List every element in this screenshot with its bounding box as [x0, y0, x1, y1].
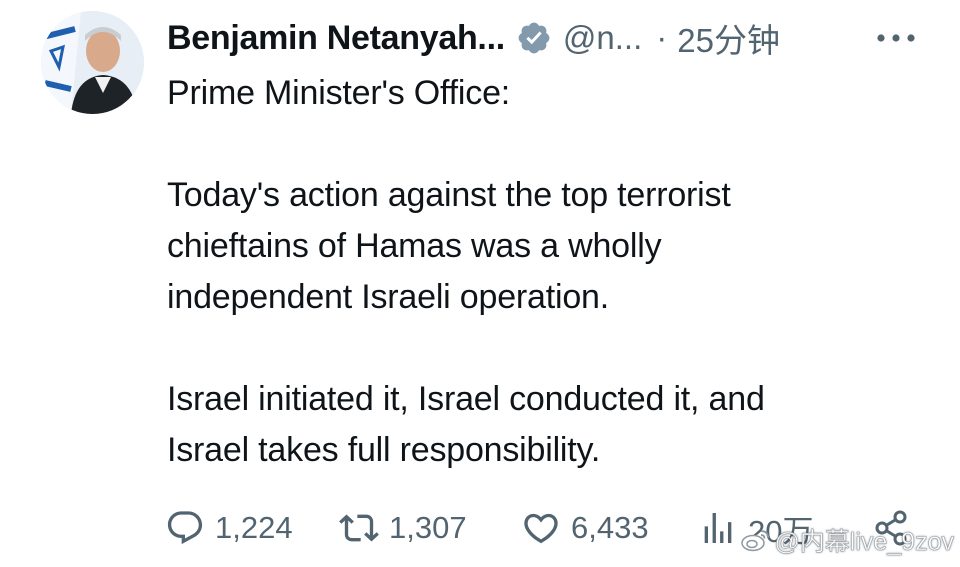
author-handle[interactable]: @n...	[563, 19, 642, 57]
text-line: Today's action against the top terrorist	[167, 176, 731, 214]
reply-button[interactable]: 1,224	[165, 502, 293, 554]
heart-icon	[524, 513, 558, 544]
separator-dot: ·	[656, 19, 668, 56]
watermark: @内幕live_9zov	[740, 522, 954, 558]
weibo-logo-icon	[741, 530, 770, 552]
author-name[interactable]: Benjamin Netanyah...	[167, 19, 505, 58]
watermark-text: @内幕live_9zov	[774, 528, 954, 557]
avatar[interactable]	[41, 11, 144, 114]
tweet-text: Prime Minister's Office: Today's action …	[167, 68, 937, 476]
views-icon	[704, 513, 732, 543]
text-line: independent Israeli operation.	[167, 278, 609, 316]
text-line: chieftains of Hamas was a wholly	[167, 227, 662, 265]
retweet-count: 1,307	[389, 510, 467, 545]
text-line: Israel takes full responsibility.	[167, 431, 601, 469]
verified-badge-icon	[516, 20, 552, 56]
like-count: 6,433	[571, 510, 649, 545]
text-line: Israel initiated it, Israel conducted it…	[167, 380, 765, 418]
text-line: Prime Minister's Office:	[167, 74, 511, 112]
timestamp[interactable]: 25分钟	[677, 14, 780, 62]
retweet-icon	[339, 514, 379, 542]
tweet-header: Benjamin Netanyah... @n... · 25分钟	[167, 16, 927, 60]
avatar-image	[41, 11, 144, 114]
like-button[interactable]: 6,433	[521, 502, 649, 554]
more-options-icon[interactable]	[872, 20, 920, 56]
reply-count: 1,224	[215, 510, 293, 545]
reply-icon	[167, 511, 203, 545]
tweet: Benjamin Netanyah... @n... · 25分钟 Prime …	[0, 0, 960, 567]
retweet-button[interactable]: 1,307	[339, 502, 467, 554]
